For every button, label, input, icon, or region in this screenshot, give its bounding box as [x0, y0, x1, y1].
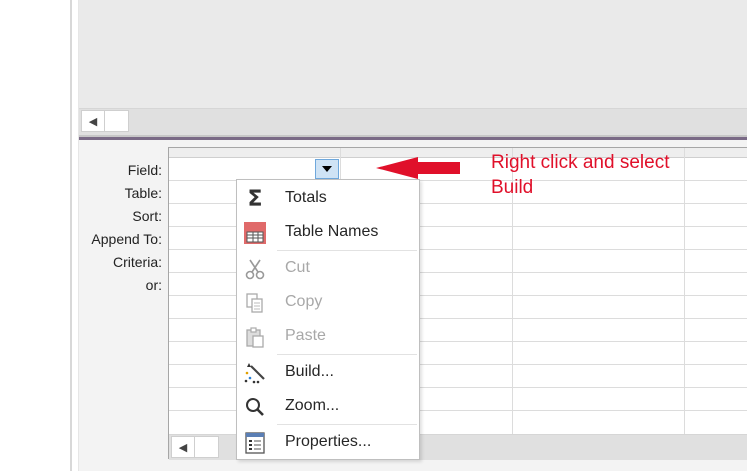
row-label-or: or: [145, 277, 162, 293]
scroll-thumb[interactable] [104, 110, 129, 132]
menu-item-paste[interactable]: Paste [237, 321, 419, 353]
paste-icon [243, 325, 267, 349]
menu-label-cut: Cut [285, 259, 310, 276]
annotation-line-1: Right click and select [491, 152, 670, 173]
scroll-left-button[interactable]: ◀ [81, 110, 105, 132]
table-area-pane[interactable] [79, 0, 747, 108]
scroll-thumb[interactable] [194, 436, 219, 458]
menu-label-properties: Properties... [285, 433, 372, 450]
row-label-field: Field: [127, 162, 162, 178]
menu-label-zoom: Zoom... [285, 397, 340, 414]
menu-label-build: Build... [285, 363, 334, 380]
annotation-line-2: Build [491, 177, 534, 198]
scroll-left-button[interactable]: ◀ [171, 436, 195, 458]
sigma-icon: Σ [247, 186, 263, 212]
chevron-left-icon: ◀ [178, 441, 188, 454]
menu-item-build[interactable]: Build... [237, 357, 419, 389]
chevron-down-icon [322, 166, 332, 172]
field-dropdown-button[interactable] [315, 159, 339, 179]
annotation-text: Right click and select Build [491, 150, 731, 200]
menu-separator [277, 424, 417, 425]
menu-item-zoom[interactable]: Zoom... [237, 391, 419, 423]
upper-horizontal-scrollbar[interactable]: ◀ [79, 108, 747, 135]
menu-label-table-names: Table Names [285, 223, 379, 240]
context-menu: Σ Totals Table Names Cut Copy Paste Buil… [236, 179, 420, 460]
menu-item-copy[interactable]: Copy [237, 287, 419, 319]
scissors-icon [243, 257, 267, 281]
table-names-icon [243, 221, 267, 245]
magnifier-icon [243, 395, 267, 419]
chevron-left-icon: ◀ [88, 115, 98, 128]
menu-label-copy: Copy [285, 293, 323, 310]
menu-separator [277, 354, 417, 355]
menu-item-totals[interactable]: Σ Totals [237, 183, 419, 215]
row-label-criteria: Criteria: [112, 254, 162, 270]
menu-item-properties[interactable]: Properties... [237, 427, 419, 459]
menu-item-cut[interactable]: Cut [237, 253, 419, 285]
row-label-table: Table: [124, 185, 162, 201]
menu-item-table-names[interactable]: Table Names [237, 217, 419, 249]
menu-separator [277, 250, 417, 251]
row-label-append-to: Append To: [91, 231, 162, 247]
menu-label-paste: Paste [285, 327, 326, 344]
properties-sheet-icon [243, 431, 267, 455]
row-label-sort: Sort: [132, 208, 162, 224]
build-wand-icon [243, 361, 267, 385]
left-panel [0, 0, 70, 471]
copy-icon [243, 291, 267, 315]
menu-label-totals: Totals [285, 189, 327, 206]
